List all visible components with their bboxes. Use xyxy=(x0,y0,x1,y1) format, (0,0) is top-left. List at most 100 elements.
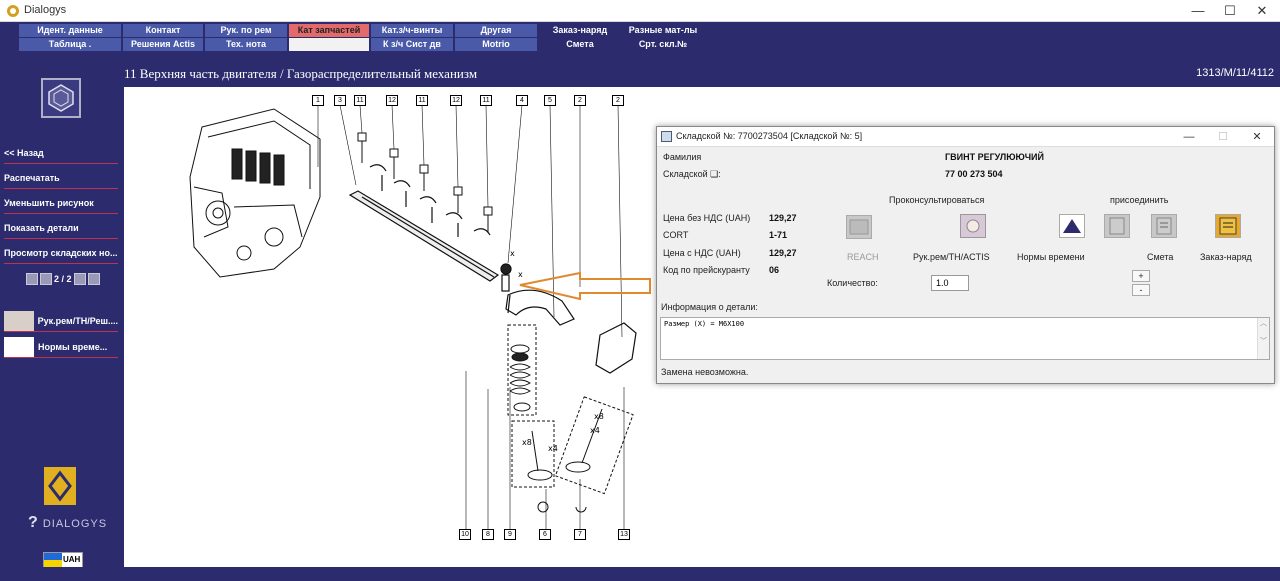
work-order-button[interactable] xyxy=(1215,214,1241,238)
shrink-image-link[interactable]: Уменьшить рисунок xyxy=(4,192,118,214)
menu-contact[interactable]: Контакт xyxy=(123,24,203,37)
price-incl-vat-value: 129,27 xyxy=(769,248,797,258)
cort-value: 1-71 xyxy=(769,230,788,240)
attach-doc-icon xyxy=(1109,217,1125,235)
family-label: Фамилия xyxy=(663,152,702,162)
back-link[interactable]: << Назад xyxy=(4,142,118,164)
menu-ident-data[interactable]: Идент. данные xyxy=(19,24,121,37)
mark-x4-right: x4 xyxy=(590,426,600,435)
labor-times-button[interactable] xyxy=(1059,214,1085,238)
first-page-button[interactable] xyxy=(26,273,38,285)
price-excl-vat-label: Цена без НДС (UAH) xyxy=(663,213,751,223)
scroll-up-icon[interactable]: ︿ xyxy=(1260,319,1267,327)
last-page-button[interactable] xyxy=(87,273,100,285)
callout-10[interactable]: 10 xyxy=(459,529,471,540)
scroll-down-icon[interactable]: ﹀ xyxy=(1260,337,1267,345)
part-details-dialog: Складской №: 7700273504 [Складской №: 5]… xyxy=(656,126,1275,384)
dialog-title: Складской №: 7700273504 [Складской №: 5] xyxy=(676,131,863,141)
callout-2b[interactable]: 2 xyxy=(612,95,624,106)
callout-11a[interactable]: 11 xyxy=(354,95,366,106)
callout-3[interactable]: 3 xyxy=(334,95,346,106)
quantity-input[interactable] xyxy=(931,275,969,291)
times-thumb-icon xyxy=(4,336,34,357)
repair-manual-icon xyxy=(966,219,980,233)
callout-9[interactable]: 9 xyxy=(504,529,516,540)
menu-other[interactable]: Другая xyxy=(455,24,537,37)
hex-nut-icon xyxy=(48,84,74,112)
repair-manual-button[interactable] xyxy=(960,214,986,238)
callout-2a[interactable]: 2 xyxy=(574,95,586,106)
bolts-drawing xyxy=(357,132,493,233)
callout-12a[interactable]: 12 xyxy=(386,95,398,106)
menu-tech-note[interactable]: Тех. нота xyxy=(205,38,287,51)
callout-1[interactable]: 1 xyxy=(312,95,324,106)
callout-6[interactable]: 6 xyxy=(539,529,551,540)
next-page-button[interactable] xyxy=(73,273,86,285)
minimize-button[interactable]: — xyxy=(1181,1,1215,21)
menu-stock-number[interactable]: Срт. скл.№ xyxy=(623,38,703,51)
dialog-titlebar: Складской №: 7700273504 [Складской №: 5]… xyxy=(657,127,1274,147)
work-order-icon xyxy=(1219,217,1237,235)
show-details-link[interactable]: Показать детали xyxy=(4,217,118,239)
dialog-maximize-button: ☐ xyxy=(1218,131,1228,143)
close-button[interactable]: ✕ xyxy=(1245,1,1279,21)
menu-parts-catalog[interactable]: Кат запчастей xyxy=(289,24,369,37)
menu-motrio[interactable]: Motrio xyxy=(455,38,537,51)
print-link[interactable]: Распечатать xyxy=(4,167,118,189)
menu-repair-manual[interactable]: Рук. по рем xyxy=(205,24,287,37)
part-info-scrollbar[interactable]: ︿ ﹀ xyxy=(1257,318,1269,359)
dialogys-logo: ? DIALOGYS xyxy=(28,514,107,532)
view-stock-numbers-link[interactable]: Просмотр складских но... xyxy=(4,242,118,264)
engine-block-drawing xyxy=(189,108,321,278)
attach-label: присоединить xyxy=(1110,195,1169,205)
replacement-status: Замена невозможна. xyxy=(661,367,749,377)
manual-thumb-label: Рук.рем/ТН/Реш.... xyxy=(37,315,118,326)
leader-lines xyxy=(317,104,625,529)
part-info-label: Информация о детали: xyxy=(661,302,758,312)
manual-thumb-link[interactable]: Рук.рем/ТН/Реш.... xyxy=(4,310,118,332)
repair-manual-label: Рук.рем/ТН/ACTIS xyxy=(913,252,990,262)
menu-table[interactable]: Таблица . xyxy=(19,38,121,51)
window-titlebar: Dialogys — ☐ ✕ xyxy=(0,0,1280,22)
maximize-button[interactable]: ☐ xyxy=(1213,1,1247,21)
menu-work-order[interactable]: Заказ-наряд xyxy=(539,24,621,37)
quantity-decrement-button[interactable]: - xyxy=(1132,284,1150,296)
callout-11c[interactable]: 11 xyxy=(480,95,492,106)
price-code-label: Код по прейскуранту xyxy=(663,265,750,275)
dialog-app-icon xyxy=(661,131,672,142)
callout-7[interactable]: 7 xyxy=(574,529,586,540)
part-info-text: Размер (X) = M6X100 xyxy=(664,320,745,328)
labor-times-label: Нормы времени xyxy=(1017,252,1085,262)
sidebar: << Назад Распечатать Уменьшить рисунок П… xyxy=(0,52,122,581)
callout-4[interactable]: 4 xyxy=(516,95,528,106)
attach-doc-button[interactable] xyxy=(1104,214,1130,238)
callout-8[interactable]: 8 xyxy=(482,529,494,540)
reach-icon xyxy=(849,219,869,235)
window-title: Dialogys xyxy=(24,4,67,16)
menu-screws-catalog[interactable]: Кат.з/ч-винты xyxy=(371,24,453,37)
callout-12b[interactable]: 12 xyxy=(450,95,462,106)
menu-engine-system-parts[interactable]: К з/ч Сист дв xyxy=(371,38,453,51)
hex-nut-button[interactable] xyxy=(41,78,81,118)
mark-x-2: x xyxy=(518,270,523,279)
menu-actis-solutions[interactable]: Решения Actis xyxy=(123,38,203,51)
menu-estimate[interactable]: Смета xyxy=(539,38,621,51)
menu-misc-materials[interactable]: Разные мат-лы xyxy=(623,24,703,37)
callout-5[interactable]: 5 xyxy=(544,95,556,106)
quantity-increment-button[interactable]: + xyxy=(1132,270,1150,282)
estimate-button[interactable] xyxy=(1151,214,1177,238)
part-info-textarea[interactable]: Размер (X) = M6X100 ︿ ﹀ xyxy=(660,317,1270,360)
dialog-close-button[interactable]: ✕ xyxy=(1244,129,1270,145)
callout-11b[interactable]: 11 xyxy=(416,95,428,106)
dialogys-brand-text: DIALOGYS xyxy=(42,518,108,530)
renault-diamond-icon xyxy=(44,467,76,505)
labor-times-icon xyxy=(1063,219,1081,233)
callout-13[interactable]: 13 xyxy=(618,529,630,540)
times-thumb-link[interactable]: Нормы време... xyxy=(4,336,118,358)
mark-x8-right: x8 xyxy=(594,412,604,421)
dialog-minimize-button[interactable]: — xyxy=(1176,129,1202,145)
prev-page-button[interactable] xyxy=(40,273,52,285)
stock-value: 77 00 273 504 xyxy=(945,169,1003,179)
menu-blank xyxy=(289,38,369,51)
estimate-label: Смета xyxy=(1147,252,1174,262)
